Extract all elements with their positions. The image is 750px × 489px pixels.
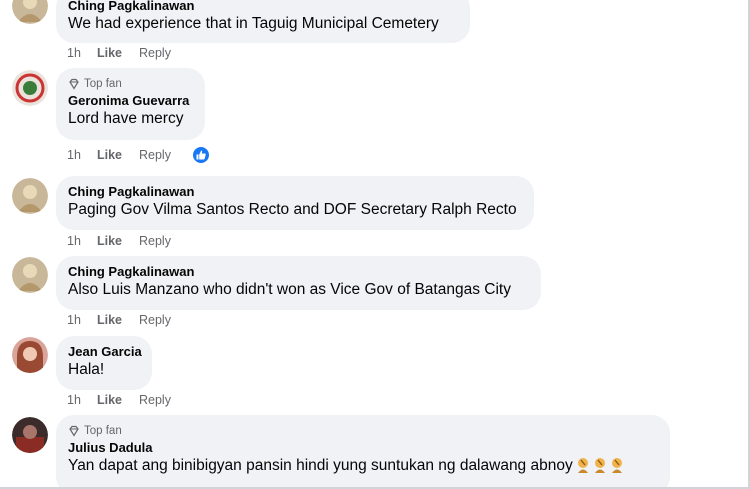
- comment-bubble: Top fan Geronima Guevarra Lord have merc…: [56, 68, 205, 140]
- comment-author[interactable]: Jean Garcia: [68, 344, 142, 360]
- comment-author[interactable]: Ching Pagkalinawan: [68, 264, 529, 280]
- person-facepalm-emoji-icon: [593, 457, 607, 479]
- reply-button[interactable]: Reply: [139, 234, 171, 248]
- comment-text: Lord have mercy: [68, 110, 184, 127]
- reply-button[interactable]: Reply: [139, 148, 171, 162]
- avatar[interactable]: [12, 70, 48, 106]
- comment-author[interactable]: Julius Dadula: [68, 440, 658, 456]
- comment-text: We had experience that in Taguig Municip…: [68, 15, 439, 32]
- comment-actions: 1h Like Reply: [67, 146, 171, 164]
- comment-text-body: Yan dapat ang binibigyan pansin hindi yu…: [68, 457, 573, 474]
- like-button[interactable]: Like: [97, 234, 139, 248]
- like-button[interactable]: Like: [97, 46, 139, 60]
- comment-time[interactable]: 1h: [67, 234, 97, 248]
- comment-bubble: Ching Pagkalinawan We had experience tha…: [56, 0, 470, 43]
- comment-bubble: Ching Pagkalinawan Paging Gov Vilma Sant…: [56, 176, 534, 230]
- reply-button[interactable]: Reply: [139, 393, 171, 407]
- avatar[interactable]: [12, 257, 48, 293]
- comment-bubble: Top fan Julius Dadula Yan dapat ang bini…: [56, 415, 670, 489]
- reply-button[interactable]: Reply: [139, 46, 171, 60]
- avatar[interactable]: [12, 337, 48, 373]
- top-fan-badge: Top fan: [68, 423, 658, 438]
- reply-button[interactable]: Reply: [139, 313, 171, 327]
- person-facepalm-emoji-icon: [610, 457, 624, 479]
- top-fan-badge: Top fan: [68, 76, 193, 91]
- badge-label: Top fan: [84, 424, 122, 437]
- comment-actions: 1h Like Reply: [67, 44, 171, 62]
- avatar[interactable]: [12, 417, 48, 453]
- like-button[interactable]: Like: [97, 313, 139, 327]
- person-facepalm-emoji-icon: [576, 457, 590, 479]
- diamond-icon: [69, 78, 79, 90]
- comment-bubble: Jean Garcia Hala!: [56, 336, 152, 390]
- comment-time[interactable]: 1h: [67, 393, 97, 407]
- comment-text: Also Luis Manzano who didn't won as Vice…: [68, 281, 511, 298]
- like-button[interactable]: Like: [97, 393, 139, 407]
- avatar[interactable]: [12, 0, 48, 24]
- comment-text: Hala!: [68, 361, 105, 378]
- comment-text: Paging Gov Vilma Santos Recto and DOF Se…: [68, 201, 517, 218]
- like-reaction-icon[interactable]: [191, 145, 211, 165]
- comment-text: Yan dapat ang binibigyan pansin hindi yu…: [68, 456, 658, 479]
- badge-label: Top fan: [84, 77, 122, 90]
- comment-time[interactable]: 1h: [67, 148, 97, 162]
- comment-actions: 1h Like Reply: [67, 391, 171, 409]
- comment-bubble: Ching Pagkalinawan Also Luis Manzano who…: [56, 256, 541, 310]
- comment-author[interactable]: Ching Pagkalinawan: [68, 184, 522, 200]
- comment-author[interactable]: Geronima Guevarra: [68, 93, 193, 109]
- comment-actions: 1h Like Reply: [67, 232, 171, 250]
- like-button[interactable]: Like: [97, 148, 139, 162]
- comment-actions: 1h Like Reply: [67, 311, 171, 329]
- avatar[interactable]: [12, 178, 48, 214]
- comment-time[interactable]: 1h: [67, 46, 97, 60]
- diamond-icon: [69, 425, 79, 437]
- comment-time[interactable]: 1h: [67, 313, 97, 327]
- comment-author[interactable]: Ching Pagkalinawan: [68, 0, 458, 14]
- comment-thread: Ching Pagkalinawan We had experience tha…: [0, 0, 750, 489]
